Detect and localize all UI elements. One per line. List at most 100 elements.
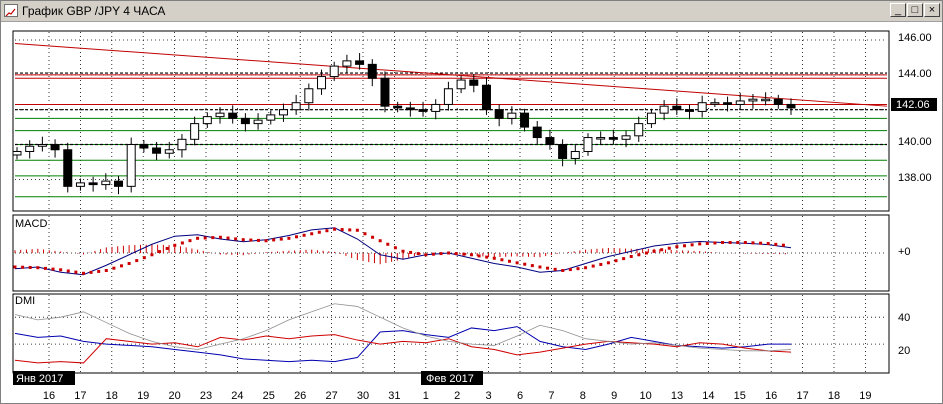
candle-body — [456, 79, 466, 90]
macd-signal-dot — [454, 252, 458, 256]
macd-signal-dot — [500, 258, 504, 262]
macd-signal-dot — [469, 253, 473, 257]
chart-area[interactable]: 146.00 144.00 140.00 138.00 142.06 MACD … — [1, 21, 942, 404]
x-axis-day-label: 31 — [388, 390, 400, 402]
candle-body — [164, 149, 174, 154]
x-axis-day-label: 7 — [548, 390, 554, 402]
macd-signal-dot — [279, 237, 283, 241]
candle-body — [202, 116, 212, 125]
maximize-button[interactable]: □ — [907, 3, 923, 17]
x-axis-day-label: 18 — [106, 390, 118, 402]
macd-signal-dot — [431, 252, 435, 256]
candle-body — [278, 109, 288, 116]
macd-signal-dot — [644, 251, 648, 255]
macd-signal-dot — [439, 252, 443, 256]
candle-body — [659, 105, 669, 114]
minimize-button[interactable]: _ — [890, 3, 906, 17]
x-axis-day-label: 6 — [517, 390, 523, 402]
macd-signal-dot — [766, 242, 770, 246]
candle-body — [266, 114, 276, 121]
macd-signal-dot — [728, 241, 732, 244]
macd-signal-dot — [310, 232, 314, 236]
macd-signal-dot — [477, 254, 481, 258]
macd-signal-dot — [576, 267, 580, 271]
macd-signal-dot — [104, 269, 108, 272]
candle-body — [761, 98, 771, 102]
macd-signal-dot — [66, 269, 70, 273]
close-button[interactable]: × — [924, 3, 940, 17]
candle-body — [114, 180, 124, 187]
macd-signal-dot — [614, 259, 618, 263]
macd-signal-dot — [568, 268, 572, 272]
macd-signal-dot — [74, 270, 78, 274]
macd-signal-dot — [584, 266, 588, 270]
macd-signal-dot — [485, 255, 489, 259]
macd-signal-dot — [675, 245, 679, 249]
candle-body — [634, 123, 644, 137]
macd-signal-dot — [150, 253, 154, 257]
candle-body — [126, 144, 136, 187]
macd-signal-dot — [59, 268, 63, 272]
macd-signal-dot — [622, 257, 626, 261]
candle-body — [152, 147, 162, 154]
macd-signal-dot — [249, 238, 253, 242]
x-axis-day-label: 3 — [486, 390, 492, 402]
price-tick-140: 140.00 — [898, 136, 932, 148]
candle-body — [558, 144, 568, 159]
macd-signal-dot — [325, 229, 329, 233]
macd-signal-dot — [743, 241, 747, 244]
candle-body — [672, 105, 682, 111]
candle-body — [12, 150, 22, 156]
price-tick-144: 144.00 — [898, 68, 932, 80]
macd-signal-dot — [599, 262, 603, 266]
candle-body — [88, 182, 98, 186]
macd-signal-dot — [447, 251, 451, 255]
candle-body — [317, 76, 327, 90]
candle-body — [405, 107, 415, 111]
macd-signal-dot — [713, 241, 717, 245]
x-axis-day-label: 15 — [734, 390, 746, 402]
price-tick-138: 138.00 — [898, 172, 932, 184]
candle-body — [684, 109, 694, 112]
macd-signal-dot — [698, 242, 702, 246]
x-axis-day-label: 19 — [859, 390, 871, 402]
candle-body — [583, 137, 593, 152]
candle-body — [773, 98, 783, 105]
macd-signal-dot — [652, 249, 656, 253]
candle-body — [190, 123, 200, 140]
macd-signal-dot — [759, 241, 763, 245]
macd-signal-dot — [705, 241, 709, 245]
macd-signal-dot — [409, 250, 413, 254]
x-axis-day-label: 23 — [200, 390, 212, 402]
x-axis-day-label: 8 — [580, 390, 586, 402]
x-axis-day-label: 25 — [263, 390, 275, 402]
macd-signal-dot — [348, 228, 352, 232]
candle-body — [621, 135, 631, 140]
title-bar[interactable]: График GBP /JPY 4 ЧАСА _ □ × — [1, 1, 942, 22]
candle-body — [75, 182, 85, 187]
candle-body — [367, 63, 377, 79]
macd-signal-dot — [51, 267, 55, 271]
x-axis-day-label: 20 — [168, 390, 180, 402]
macd-signal-dot — [13, 265, 17, 269]
x-axis-day-label: 2 — [454, 390, 460, 402]
macd-signal-dot — [211, 236, 215, 240]
macd-signal-dot — [302, 233, 306, 237]
macd-signal-dot — [340, 228, 344, 232]
candle-body — [570, 150, 580, 159]
macd-signal-dot — [218, 235, 222, 239]
x-axis-day-label: 26 — [294, 390, 306, 402]
x-axis-day-label: 9 — [611, 390, 617, 402]
macd-signal-dot — [173, 243, 177, 247]
macd-signal-dot — [462, 252, 466, 256]
candle-body — [253, 119, 263, 125]
candle-body — [596, 137, 606, 140]
macd-signal-dot — [751, 241, 755, 245]
macd-signal-dot — [416, 252, 420, 256]
candle-body — [431, 103, 441, 112]
macd-signal-dot — [294, 235, 298, 239]
candle-body — [545, 137, 555, 146]
macd-signal-dot — [378, 239, 382, 243]
macd-signal-dot — [386, 242, 390, 246]
macd-signal-dot — [226, 236, 230, 240]
